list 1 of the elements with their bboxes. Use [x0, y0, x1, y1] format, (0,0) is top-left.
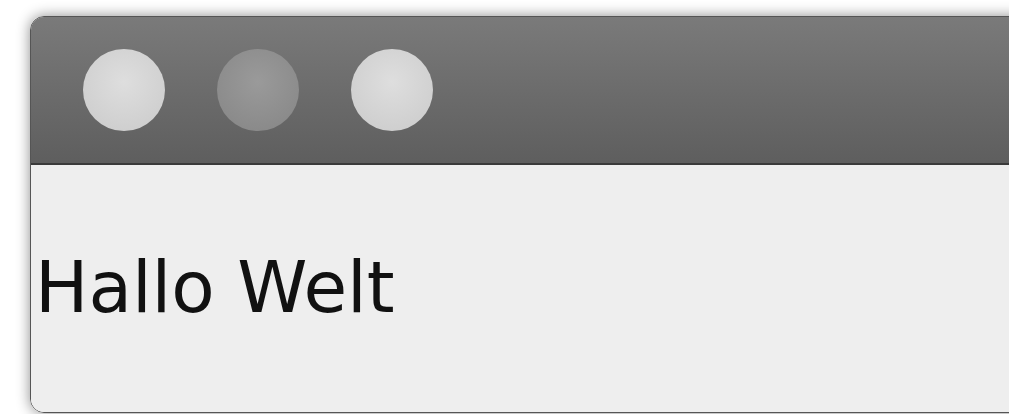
- label-text: Hallo Welt: [35, 249, 396, 328]
